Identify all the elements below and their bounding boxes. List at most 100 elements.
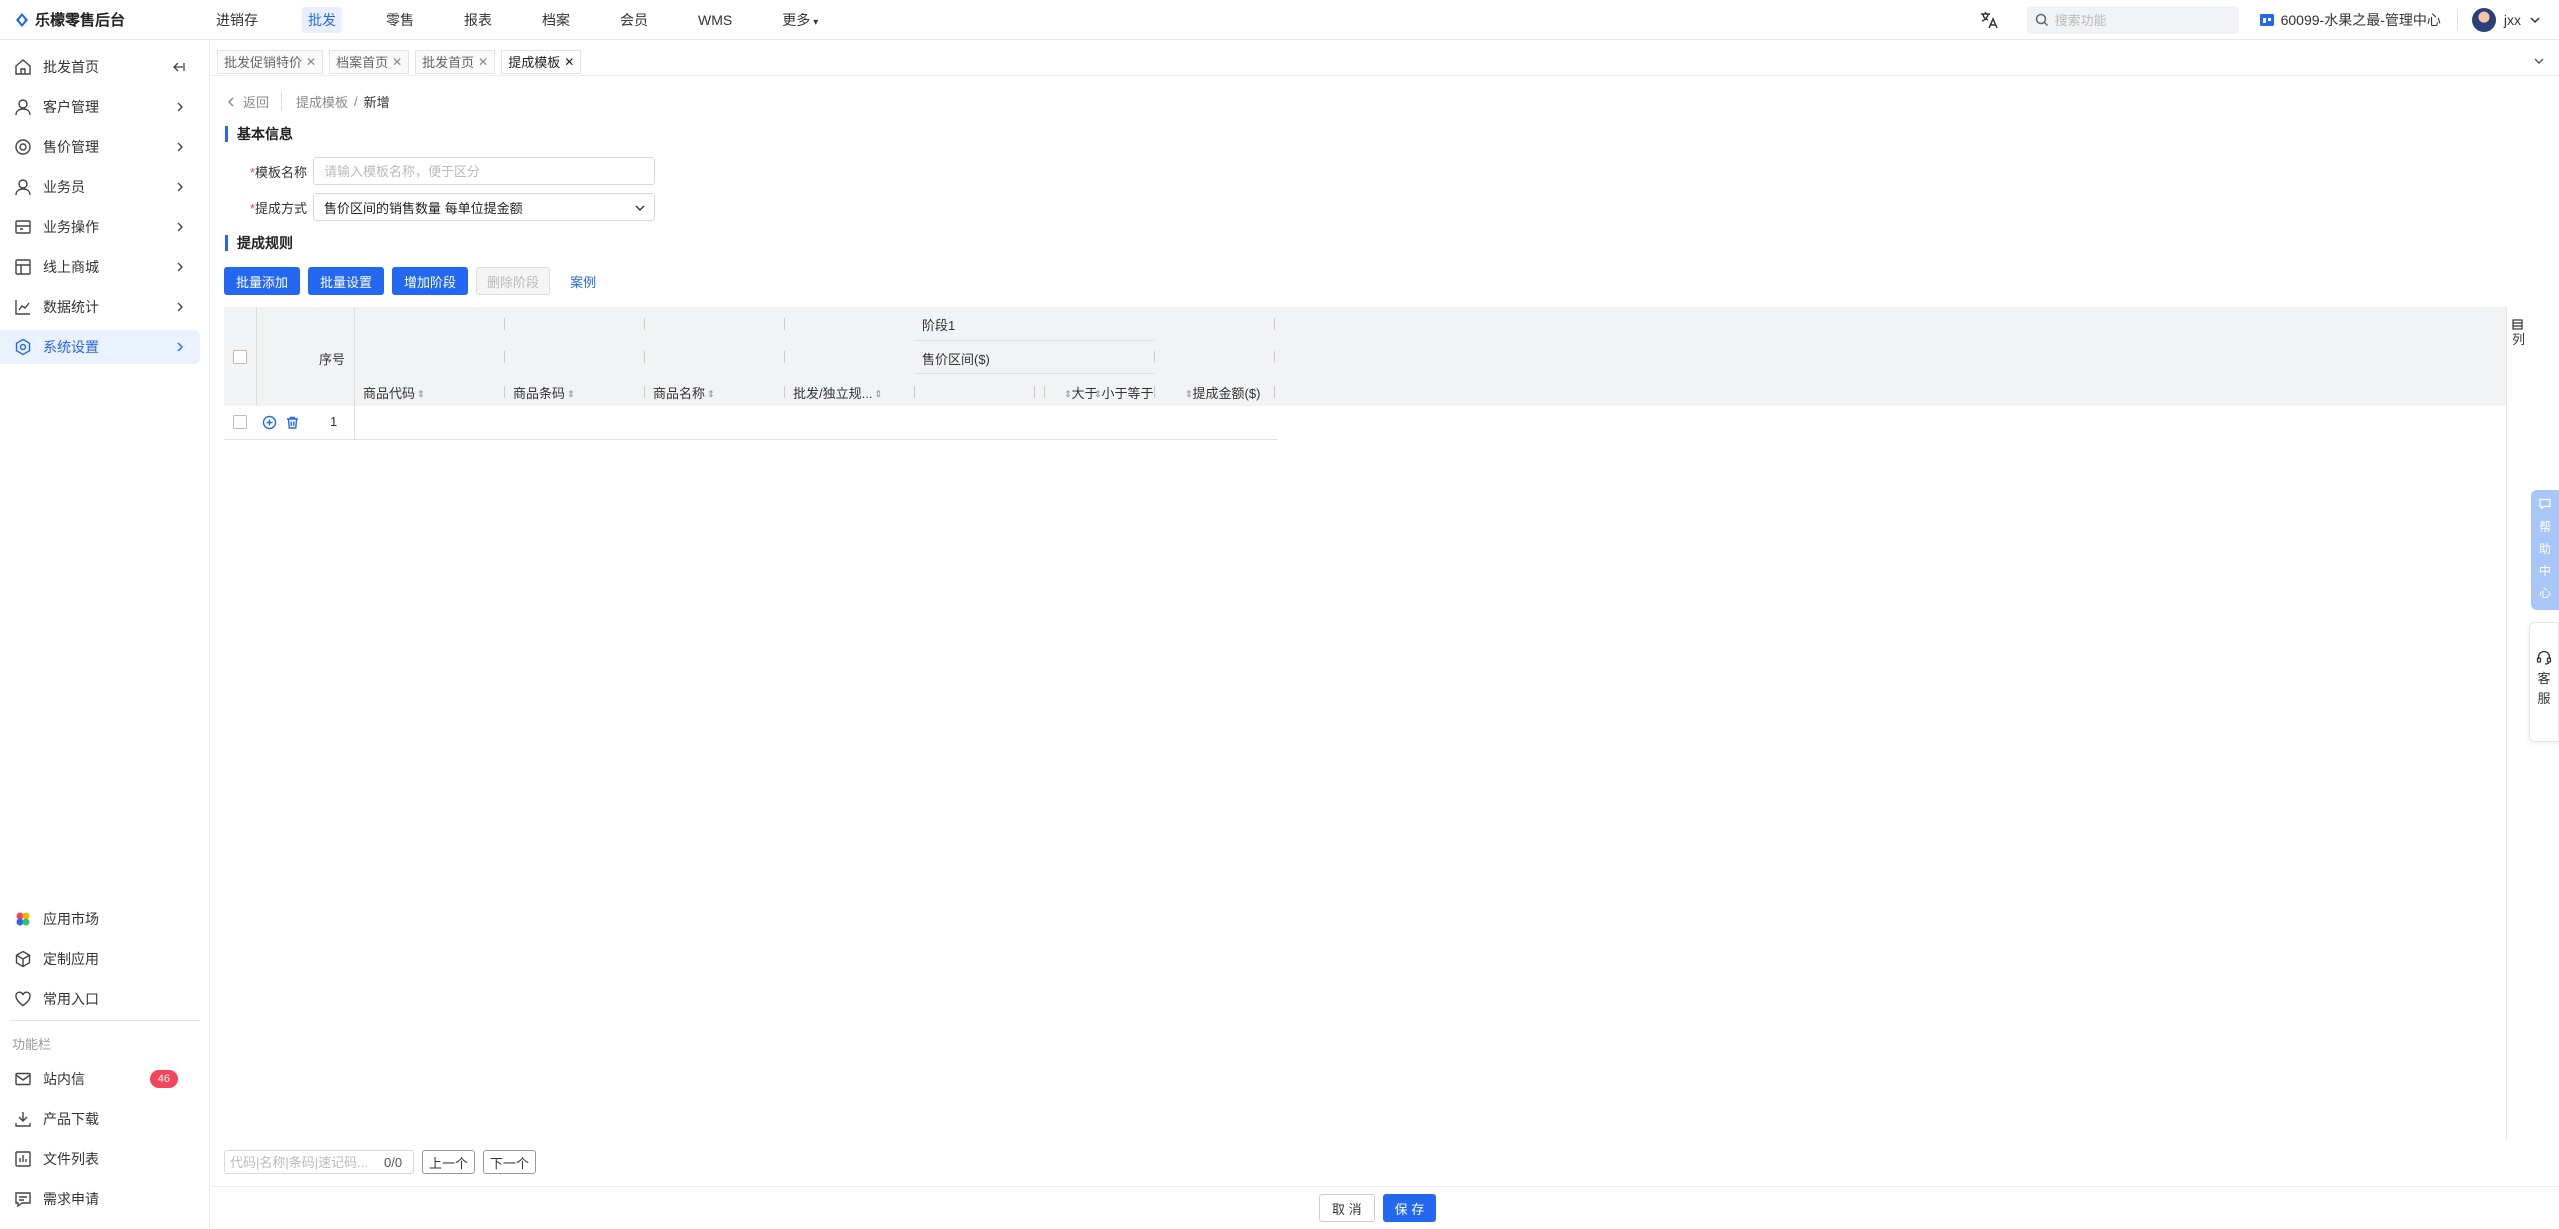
sidebar-item-label: 线上商城	[43, 259, 99, 275]
sort-icon[interactable]: ⇕	[1185, 389, 1193, 399]
close-icon[interactable]: ✕	[564, 55, 574, 69]
nav-item-wms[interactable]: WMS	[692, 9, 738, 31]
sidebar-item-favorites[interactable]: 常用入口	[0, 982, 200, 1016]
col-header-label: 小于等于	[1101, 386, 1154, 401]
delete-row-icon[interactable]	[285, 415, 300, 430]
nav-item-reports[interactable]: 报表	[458, 7, 498, 33]
sort-icon[interactable]: ⇕	[417, 389, 425, 399]
sort-icon[interactable]: ⇕	[567, 389, 575, 399]
col-header-label: 商品代码	[363, 386, 416, 401]
customer-service-widget[interactable]: 客 服	[2529, 622, 2559, 742]
sort-icon[interactable]: ⇕	[1064, 389, 1072, 399]
col-header-barcode[interactable]: 商品条码 ⇕	[513, 383, 575, 402]
back-button[interactable]: 返回	[225, 92, 283, 111]
sidebar-item-settings[interactable]: 系统设置	[0, 330, 200, 364]
nav-item-more[interactable]: 更多 ▾	[776, 7, 824, 33]
template-name-input[interactable]	[313, 157, 655, 185]
column-setting[interactable]: 列	[2506, 307, 2528, 1140]
nav-item-wholesale[interactable]: 批发	[302, 6, 342, 33]
tab-archive-home[interactable]: 档案首页 ✕	[329, 49, 410, 74]
col-header-label: 批发/独立规...	[793, 386, 873, 401]
rules-toolbar: 批量添加 批量设置 增加阶段 删除阶段 案例	[224, 267, 596, 295]
close-icon[interactable]: ✕	[306, 55, 316, 69]
brand-name: 乐檬零售后台	[35, 12, 126, 29]
store-icon	[2259, 14, 2274, 26]
sidebar-item-online-mall[interactable]: 线上商城	[0, 250, 200, 284]
column-divider	[784, 351, 785, 363]
home-icon	[15, 59, 31, 75]
commission-method-label: *提成方式	[241, 198, 307, 217]
col-header-commission[interactable]: ⇕提成金额($)	[1183, 383, 1260, 402]
close-icon[interactable]: ✕	[392, 55, 402, 69]
column-setting-label: 列	[2512, 319, 2525, 348]
chevron-down-icon	[2530, 17, 2540, 24]
sidebar-item-downloads[interactable]: 产品下载	[0, 1102, 200, 1136]
sidebar-item-customers[interactable]: 客户管理	[0, 90, 200, 124]
brand[interactable]: 乐檬零售后台	[0, 9, 210, 30]
batch-set-button[interactable]: 批量设置	[308, 267, 385, 295]
sidebar-item-messages[interactable]: 站内信 46	[0, 1062, 200, 1096]
tab-label: 批发促销特价	[224, 55, 303, 70]
user-menu[interactable]: jxx	[2471, 8, 2541, 32]
delete-stage-button[interactable]: 删除阶段	[476, 267, 551, 295]
search-input[interactable]	[2054, 12, 2225, 28]
commission-method-select[interactable]: 售价区间的销售数量 每单位提金额	[313, 193, 655, 221]
save-button[interactable]: 保 存	[1382, 1194, 1437, 1222]
breadcrumb-parent[interactable]: 提成模板	[296, 92, 348, 111]
store-switcher[interactable]: 60099-水果之最-管理中心	[2259, 10, 2458, 30]
example-link[interactable]: 案例	[570, 272, 596, 291]
service-char: 服	[2537, 691, 2551, 706]
sidebar-item-requests[interactable]: 需求申请	[0, 1182, 200, 1216]
sort-icon[interactable]: ⇕	[874, 389, 882, 399]
tab-label: 批发首页	[422, 55, 475, 70]
nav-item-member[interactable]: 会员	[614, 7, 654, 33]
nav-item-archive[interactable]: 档案	[536, 7, 576, 33]
add-row-icon[interactable]	[262, 415, 277, 430]
sidebar-item-salesman[interactable]: 业务员	[0, 170, 200, 204]
finder-box[interactable]: 0/0	[224, 1150, 414, 1174]
sort-icon[interactable]: ⇕	[707, 389, 715, 399]
select-all-checkbox[interactable]	[233, 350, 247, 364]
tab-wholesale-home[interactable]: 批发首页 ✕	[415, 49, 496, 74]
chevron-down-icon[interactable]	[2533, 55, 2545, 67]
sidebar-item-wholesale-home[interactable]: 批发首页	[0, 50, 200, 84]
sidebar-item-operations[interactable]: 业务操作	[0, 210, 200, 244]
col-header-label: 商品条码	[513, 386, 566, 401]
column-divider	[354, 406, 355, 439]
sidebar-item-app-market[interactable]: 应用市场	[0, 902, 200, 936]
finder-prev-button[interactable]: 上一个	[422, 1150, 476, 1174]
sidebar-item-statistics[interactable]: 数据统计	[0, 290, 200, 324]
sort-icon[interactable]: ⇕	[1094, 389, 1102, 399]
nav-item-retail[interactable]: 零售	[380, 7, 420, 33]
sidebar-item-custom-apps[interactable]: 定制应用	[0, 942, 200, 976]
column-divider	[1274, 351, 1275, 363]
translate-icon[interactable]	[1979, 10, 1999, 30]
breadcrumb-separator: /	[354, 94, 358, 109]
tab-commission-template[interactable]: 提成模板 ✕	[501, 49, 582, 74]
column-divider	[784, 318, 785, 330]
tab-wholesale-promo[interactable]: 批发促销特价 ✕	[217, 49, 324, 74]
sidebar-item-files[interactable]: 文件列表	[0, 1142, 200, 1176]
request-icon	[15, 1192, 31, 1208]
close-icon[interactable]: ✕	[478, 55, 488, 69]
file-list-icon	[15, 1151, 31, 1167]
sidebar-item-label: 业务操作	[43, 219, 99, 235]
row-checkbox[interactable]	[233, 415, 247, 429]
nav-item-inventory[interactable]: 进销存	[210, 7, 264, 33]
col-header-code[interactable]: 商品代码 ⇕	[363, 383, 425, 402]
add-stage-button[interactable]: 增加阶段	[392, 267, 469, 295]
top-nav: 进销存 批发 零售 报表 档案 会员 WMS 更多 ▾	[210, 6, 862, 33]
help-center-widget[interactable]: 帮 助 中 心	[2531, 490, 2559, 610]
search-box[interactable]	[2026, 6, 2239, 34]
col-header-less-equal[interactable]: ⇕小于等于	[1092, 383, 1154, 402]
column-divider	[1274, 318, 1275, 330]
col-header-name[interactable]: 商品名称 ⇕	[653, 383, 715, 402]
chevron-right-icon	[177, 222, 183, 232]
sidebar-item-price[interactable]: 售价管理	[0, 130, 200, 164]
col-header-spec[interactable]: 批发/独立规... ⇕	[793, 383, 882, 402]
cancel-button[interactable]: 取 消	[1319, 1194, 1375, 1222]
collapse-sidebar-icon[interactable]	[172, 60, 186, 74]
finder-next-button[interactable]: 下一个	[483, 1150, 537, 1174]
finder-input[interactable]	[230, 1154, 380, 1170]
batch-add-button[interactable]: 批量添加	[224, 267, 301, 295]
